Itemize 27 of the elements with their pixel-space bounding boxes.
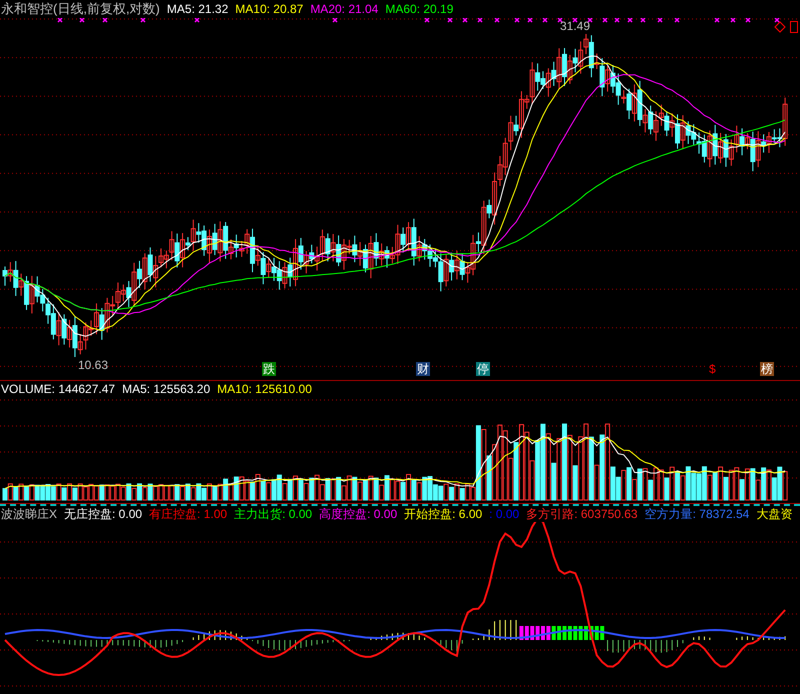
indicator-legend-label: 开始控盘: 6.00: [404, 506, 482, 522]
high-price-label: 31.49: [560, 19, 590, 33]
square-icon[interactable]: [790, 21, 798, 33]
ma-legend-label: MA60: 20.19: [385, 2, 454, 16]
indicator-legend-label: 大盘资: [756, 506, 792, 522]
event-marker[interactable]: 停: [476, 362, 490, 376]
indicator-legend-label: 主力出货: 0.00: [234, 506, 312, 522]
volume-legend-label: MA5: 125563.20: [122, 382, 210, 396]
ma-legend-label: MA5: 21.32: [166, 2, 228, 16]
event-marker[interactable]: 跌: [262, 362, 276, 376]
ma-legend-label: MA10: 20.87: [235, 2, 304, 16]
ma-legend-label: MA20: 21.04: [310, 2, 378, 16]
indicator-legend-label: 波波睇庄X: [1, 506, 58, 522]
event-marker[interactable]: 财: [416, 362, 430, 376]
indicator-legend-label: 无庄控盘: 0.00: [64, 506, 142, 522]
event-marker[interactable]: $: [708, 362, 717, 376]
indicator-legend-label: 多方引路: 603750.63: [526, 506, 638, 522]
indicator-legend-label: 有庄控盘: 1.00: [149, 506, 228, 522]
low-price-label: 10.63: [78, 358, 108, 372]
indicator-legend-label: : 0.00: [489, 507, 520, 521]
volume-legend-label: VOLUME: 144627.47: [1, 382, 116, 396]
event-marker[interactable]: 榜: [760, 362, 774, 376]
indicator-legend-label: 高度控盘: 0.00: [319, 506, 398, 522]
stock-title: 永和智控(日线,前复权,对数): [1, 0, 160, 18]
diamond-icon[interactable]: [774, 21, 786, 33]
indicator-legend-label: 空方力量: 78372.54: [644, 506, 750, 522]
volume-legend-label: MA10: 125610.00: [217, 382, 312, 396]
